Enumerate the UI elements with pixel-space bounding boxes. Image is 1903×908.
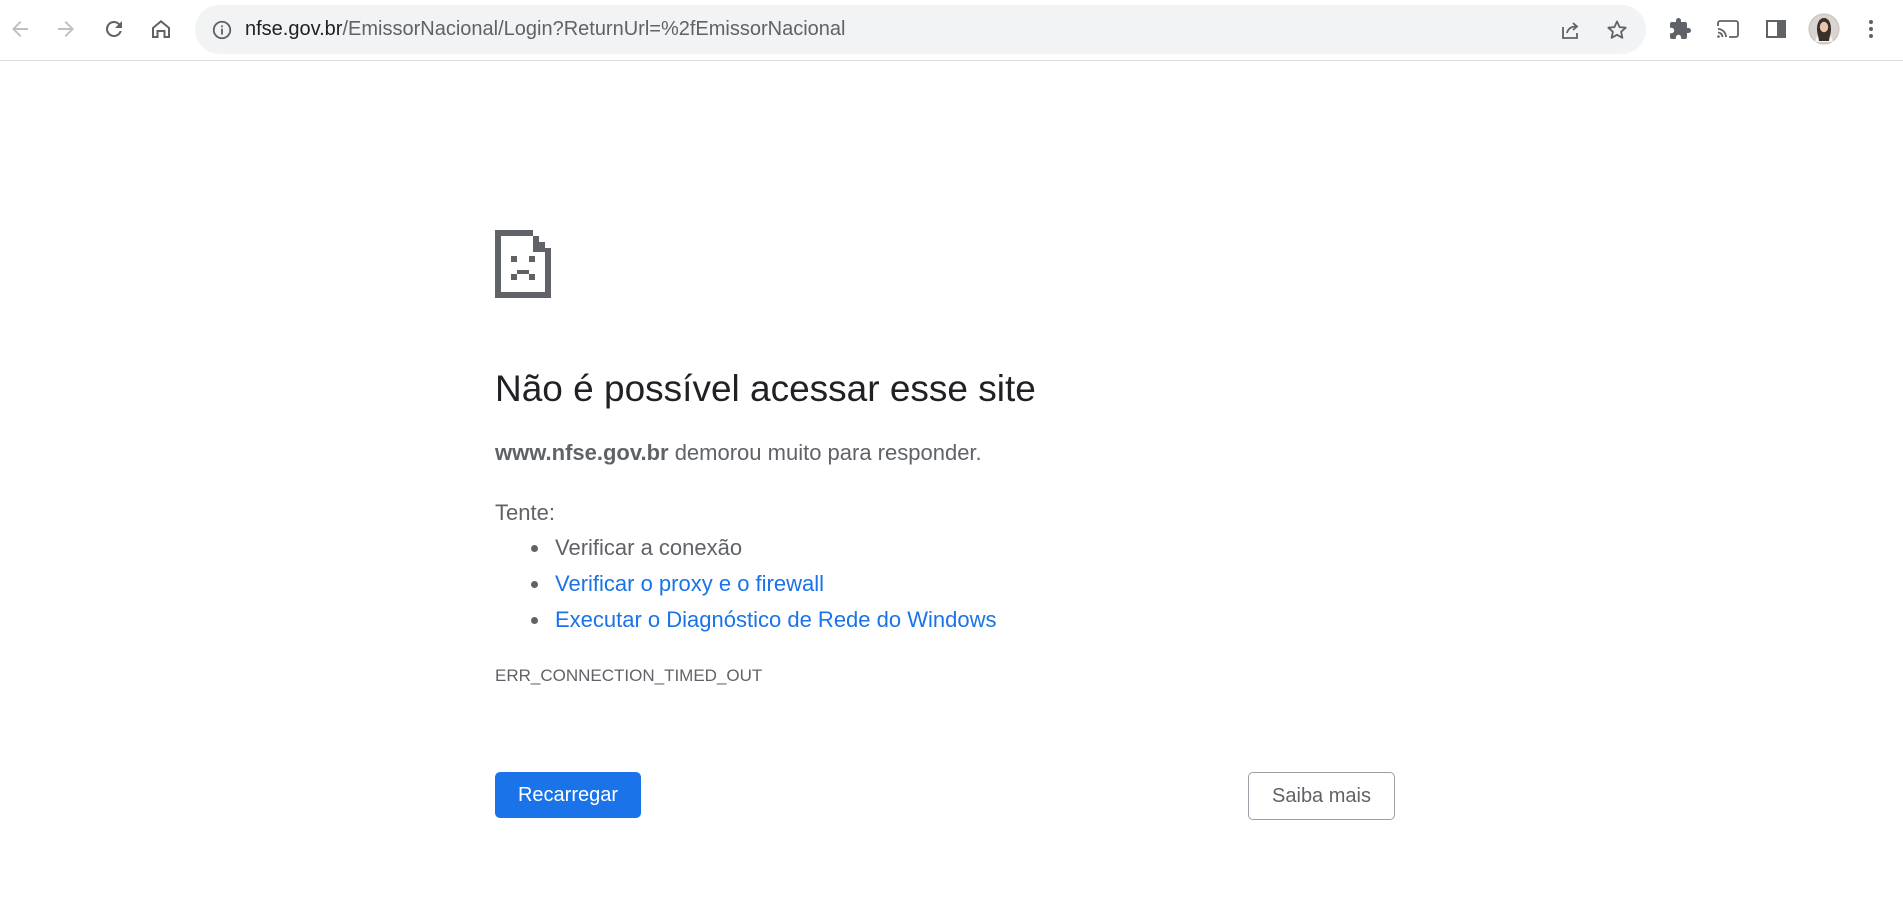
- url-text[interactable]: nfse.gov.br/EmissorNacional/Login?Return…: [245, 5, 845, 54]
- browser-toolbar: nfse.gov.br/EmissorNacional/Login?Return…: [0, 0, 1903, 61]
- side-panel-button[interactable]: [1758, 11, 1794, 47]
- share-button[interactable]: [1553, 13, 1587, 47]
- forward-arrow-icon: [58, 21, 74, 37]
- suggestions-list: Verificar a conexão Verificar o proxy e …: [495, 530, 996, 638]
- puzzle-icon: [1670, 18, 1691, 39]
- cast-button[interactable]: [1710, 11, 1746, 47]
- info-icon: [212, 20, 232, 40]
- learn-more-button[interactable]: Saiba mais: [1248, 772, 1395, 820]
- back-arrow-icon: [12, 21, 28, 37]
- back-button[interactable]: [2, 11, 38, 47]
- suggestions-heading: Tente:: [495, 500, 555, 525]
- share-icon: [1562, 22, 1579, 39]
- cast-icon: [1717, 20, 1739, 38]
- bookmark-button[interactable]: [1600, 13, 1634, 47]
- suggestion-check-proxy-link[interactable]: Verificar o proxy e o firewall: [555, 571, 824, 596]
- forward-button[interactable]: [48, 11, 84, 47]
- url-host: nfse.gov.br: [245, 18, 343, 40]
- error-code: ERR_CONNECTION_TIMED_OUT: [495, 666, 763, 685]
- error-title: Não é possível acessar esse site: [495, 368, 1036, 409]
- avatar: [1808, 13, 1840, 45]
- home-icon: [152, 20, 170, 38]
- suggestion-item: Verificar o proxy e o firewall: [530, 566, 996, 602]
- star-icon: [1607, 20, 1627, 39]
- reload-icon: [105, 20, 122, 37]
- error-summary: www.nfse.gov.br demorou muito para respo…: [495, 440, 982, 466]
- url-path: /EmissorNacional/Login?ReturnUrl=%2fEmis…: [342, 18, 846, 40]
- suggestion-check-connection: Verificar a conexão: [555, 535, 743, 560]
- suggestion-item: Executar o Diagnóstico de Rede do Window…: [530, 602, 996, 638]
- suggestion-run-diagnostics-link[interactable]: Executar o Diagnóstico de Rede do Window…: [555, 607, 996, 632]
- error-host: www.nfse.gov.br: [495, 440, 669, 465]
- sad-document-icon: [495, 230, 551, 298]
- extensions-button[interactable]: [1662, 11, 1698, 47]
- site-info-button[interactable]: [209, 17, 235, 43]
- profile-button[interactable]: [1806, 11, 1842, 47]
- menu-button[interactable]: [1853, 11, 1889, 47]
- home-button[interactable]: [143, 11, 179, 47]
- reload-button[interactable]: [96, 11, 132, 47]
- error-summary-text: demorou muito para responder.: [668, 440, 982, 465]
- side-panel-icon: [1766, 20, 1786, 38]
- kebab-menu-icon: [1869, 20, 1873, 38]
- address-bar[interactable]: nfse.gov.br/EmissorNacional/Login?Return…: [195, 5, 1646, 54]
- reload-page-button[interactable]: Recarregar: [495, 772, 641, 818]
- suggestion-item: Verificar a conexão: [530, 530, 996, 566]
